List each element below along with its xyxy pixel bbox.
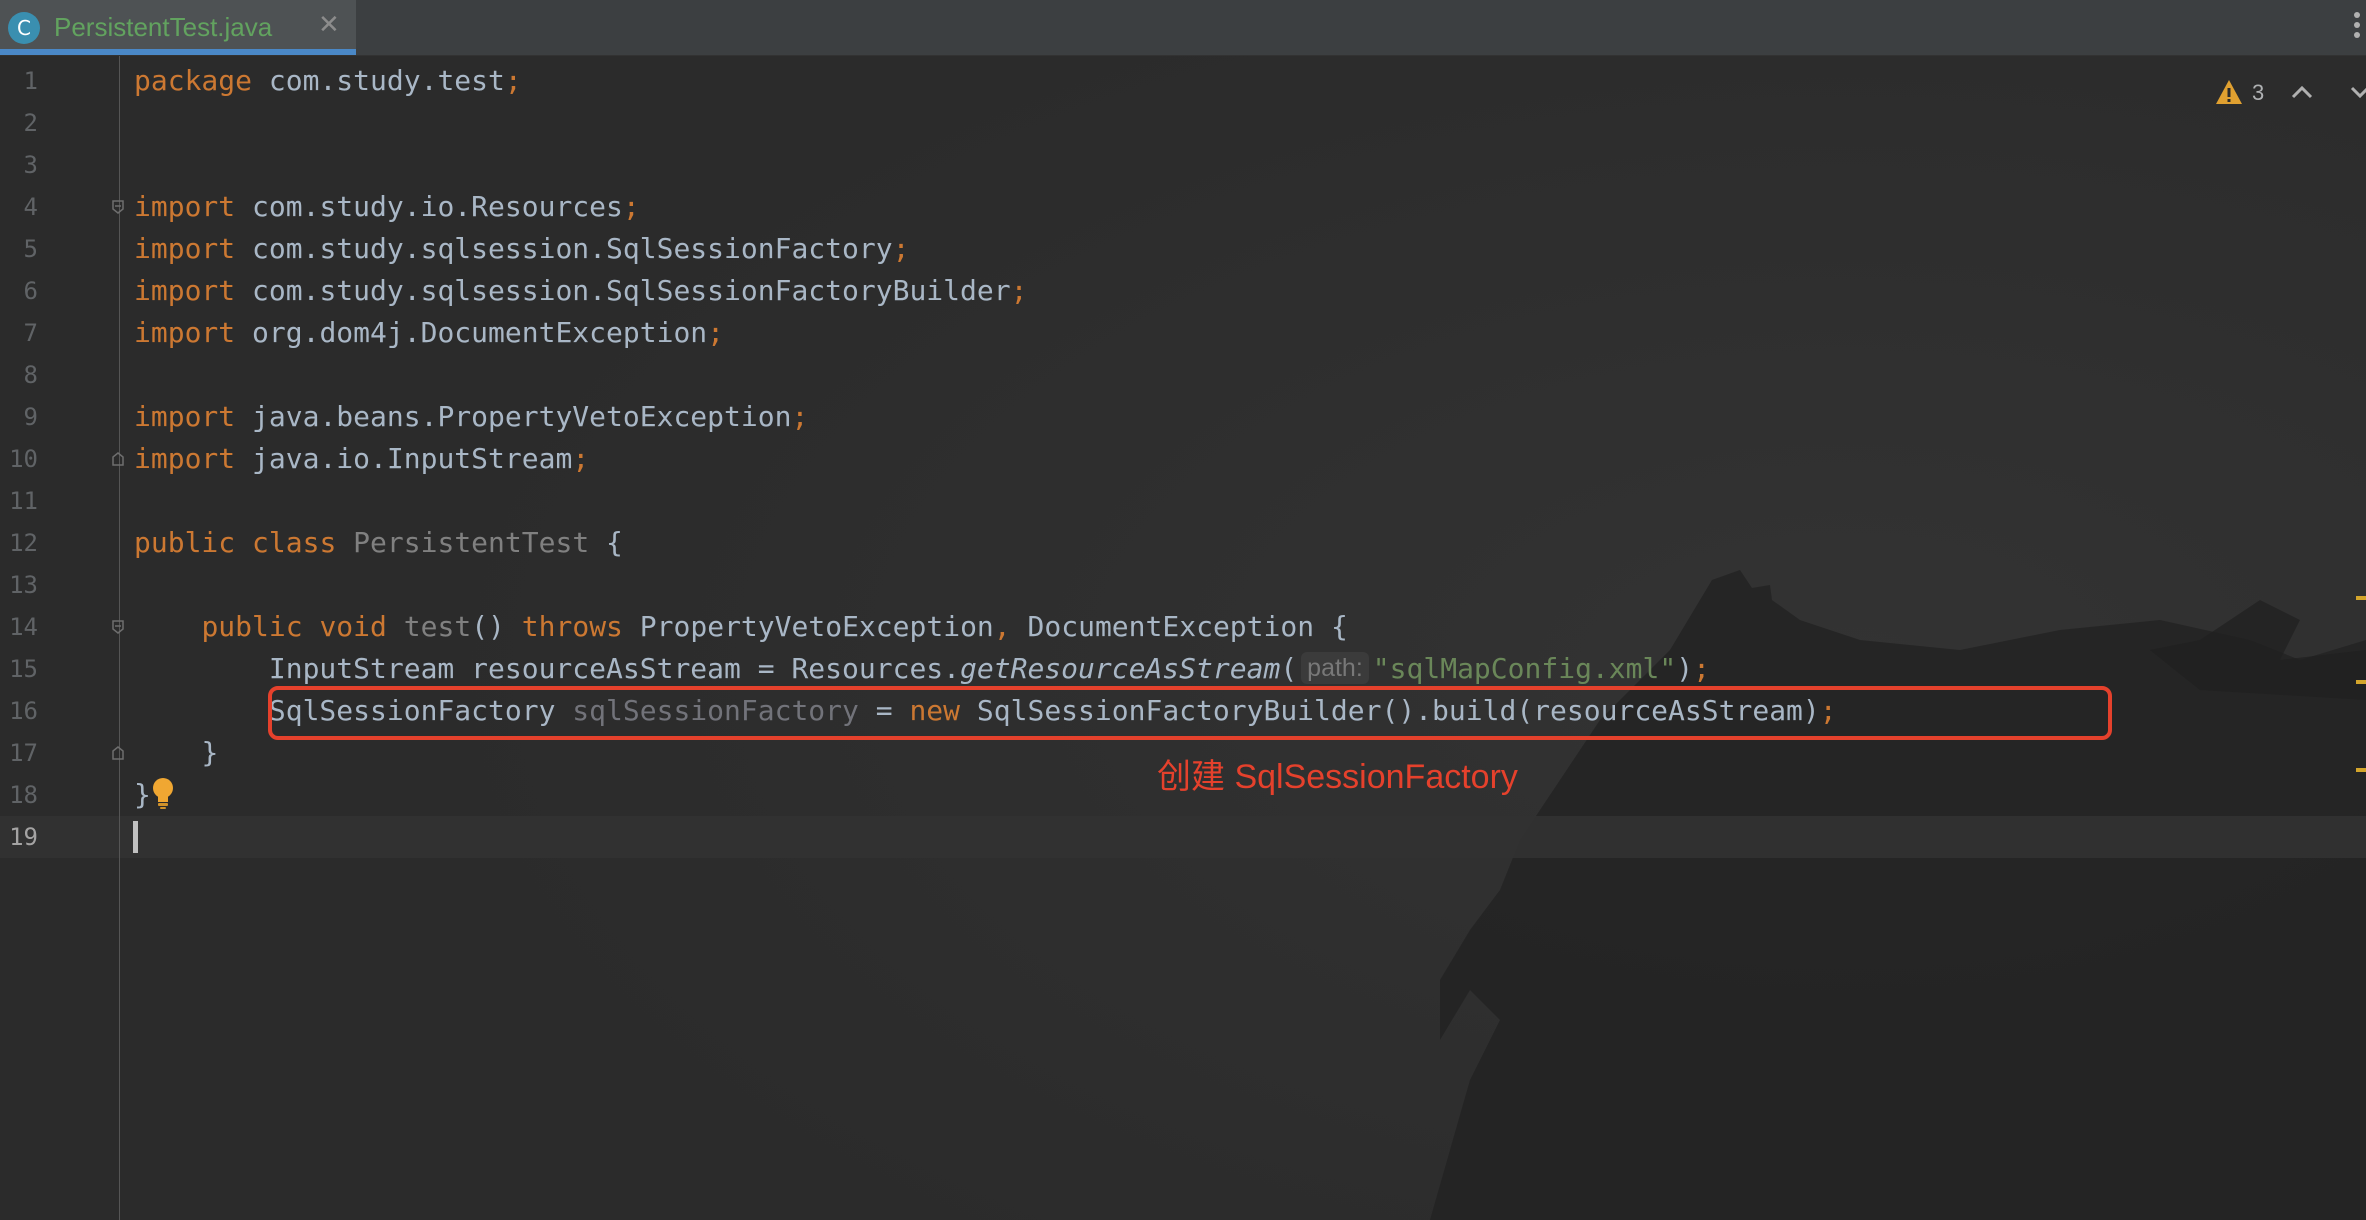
annotation-label: 创建 SqlSessionFactory: [1157, 758, 1518, 796]
line-number: 6: [23, 277, 38, 305]
code-text: public void test() throws PropertyVetoEx…: [201, 610, 1348, 643]
code-line[interactable]: 7 import org.dom4j.DocumentException;: [0, 312, 2366, 354]
scrollbar-warning-marker[interactable]: [2356, 680, 2366, 684]
fold-icon[interactable]: [110, 619, 126, 635]
code-line[interactable]: 9 import java.beans.PropertyVetoExceptio…: [0, 396, 2366, 438]
chevron-up-icon[interactable]: [2290, 82, 2314, 102]
editor-tab-bar: C PersistentTest.java ✕: [0, 0, 2366, 56]
line-number: 18: [9, 781, 38, 809]
code-line[interactable]: 3: [0, 144, 2366, 186]
code-text: import com.study.io.Resources;: [134, 190, 640, 223]
code-line[interactable]: 5 import com.study.sqlsession.SqlSession…: [0, 228, 2366, 270]
fold-icon[interactable]: [110, 199, 126, 215]
line-number: 19: [9, 823, 38, 851]
code-text: import com.study.sqlsession.SqlSessionFa…: [134, 274, 1028, 307]
more-options-icon[interactable]: [2346, 8, 2366, 48]
code-line[interactable]: 8: [0, 354, 2366, 396]
code-text: public class PersistentTest {: [134, 526, 623, 559]
line-number: 9: [23, 403, 38, 431]
line-number: 14: [9, 613, 38, 641]
code-line[interactable]: 11: [0, 480, 2366, 522]
close-icon[interactable]: ✕: [318, 10, 340, 40]
code-line[interactable]: 2: [0, 102, 2366, 144]
line-number: 13: [9, 571, 38, 599]
warning-count: 3: [2252, 80, 2265, 105]
code-line[interactable]: 4 import com.study.io.Resources;: [0, 186, 2366, 228]
line-number: 10: [9, 445, 38, 473]
line-number: 7: [23, 319, 38, 347]
code-line-current[interactable]: 19: [0, 816, 2366, 858]
code-line[interactable]: 1 package com.study.test;: [0, 60, 2366, 102]
java-class-icon: C: [8, 12, 40, 44]
code-line[interactable]: 6 import com.study.sqlsession.SqlSession…: [0, 270, 2366, 312]
scrollbar-warning-marker[interactable]: [2356, 768, 2366, 772]
line-number: 16: [9, 697, 38, 725]
fold-end-icon[interactable]: [110, 451, 126, 467]
code-text: package com.study.test;: [134, 64, 522, 97]
line-number: 5: [23, 235, 38, 263]
chevron-down-icon[interactable]: [2350, 82, 2366, 102]
code-line[interactable]: 13: [0, 564, 2366, 606]
code-text: import org.dom4j.DocumentException;: [134, 316, 725, 349]
lightbulb-icon[interactable]: [149, 776, 177, 810]
code-line[interactable]: 14 public void test() throws PropertyVet…: [0, 606, 2366, 648]
line-number: 2: [23, 109, 38, 137]
line-number: 11: [9, 487, 38, 515]
line-number: 17: [9, 739, 38, 767]
warning-icon: [2216, 80, 2242, 104]
text-caret: [133, 821, 138, 853]
line-number: 15: [9, 655, 38, 683]
line-number: 1: [23, 67, 38, 95]
code-text: InputStream resourceAsStream = Resources…: [268, 652, 1710, 685]
code-text: import java.beans.PropertyVetoException;: [134, 400, 809, 433]
highlight-box: [268, 686, 2112, 740]
parameter-hint: path:: [1301, 652, 1369, 684]
line-number: 4: [23, 193, 38, 221]
line-number: 3: [23, 151, 38, 179]
code-line[interactable]: 15 InputStream resourceAsStream = Resour…: [0, 648, 2366, 690]
code-line[interactable]: 12 public class PersistentTest {: [0, 522, 2366, 564]
code-text: import com.study.sqlsession.SqlSessionFa…: [134, 232, 910, 265]
line-number: 8: [23, 361, 38, 389]
tab-persistenttest-java[interactable]: C PersistentTest.java ✕: [0, 0, 356, 55]
code-text: }: [201, 736, 219, 769]
code-line[interactable]: 10 import java.io.InputStream;: [0, 438, 2366, 480]
scrollbar-warning-marker[interactable]: [2356, 596, 2366, 600]
fold-end-icon[interactable]: [110, 745, 126, 761]
tab-label: PersistentTest.java: [54, 12, 273, 42]
line-number: 12: [9, 529, 38, 557]
code-text: import java.io.InputStream;: [134, 442, 590, 475]
